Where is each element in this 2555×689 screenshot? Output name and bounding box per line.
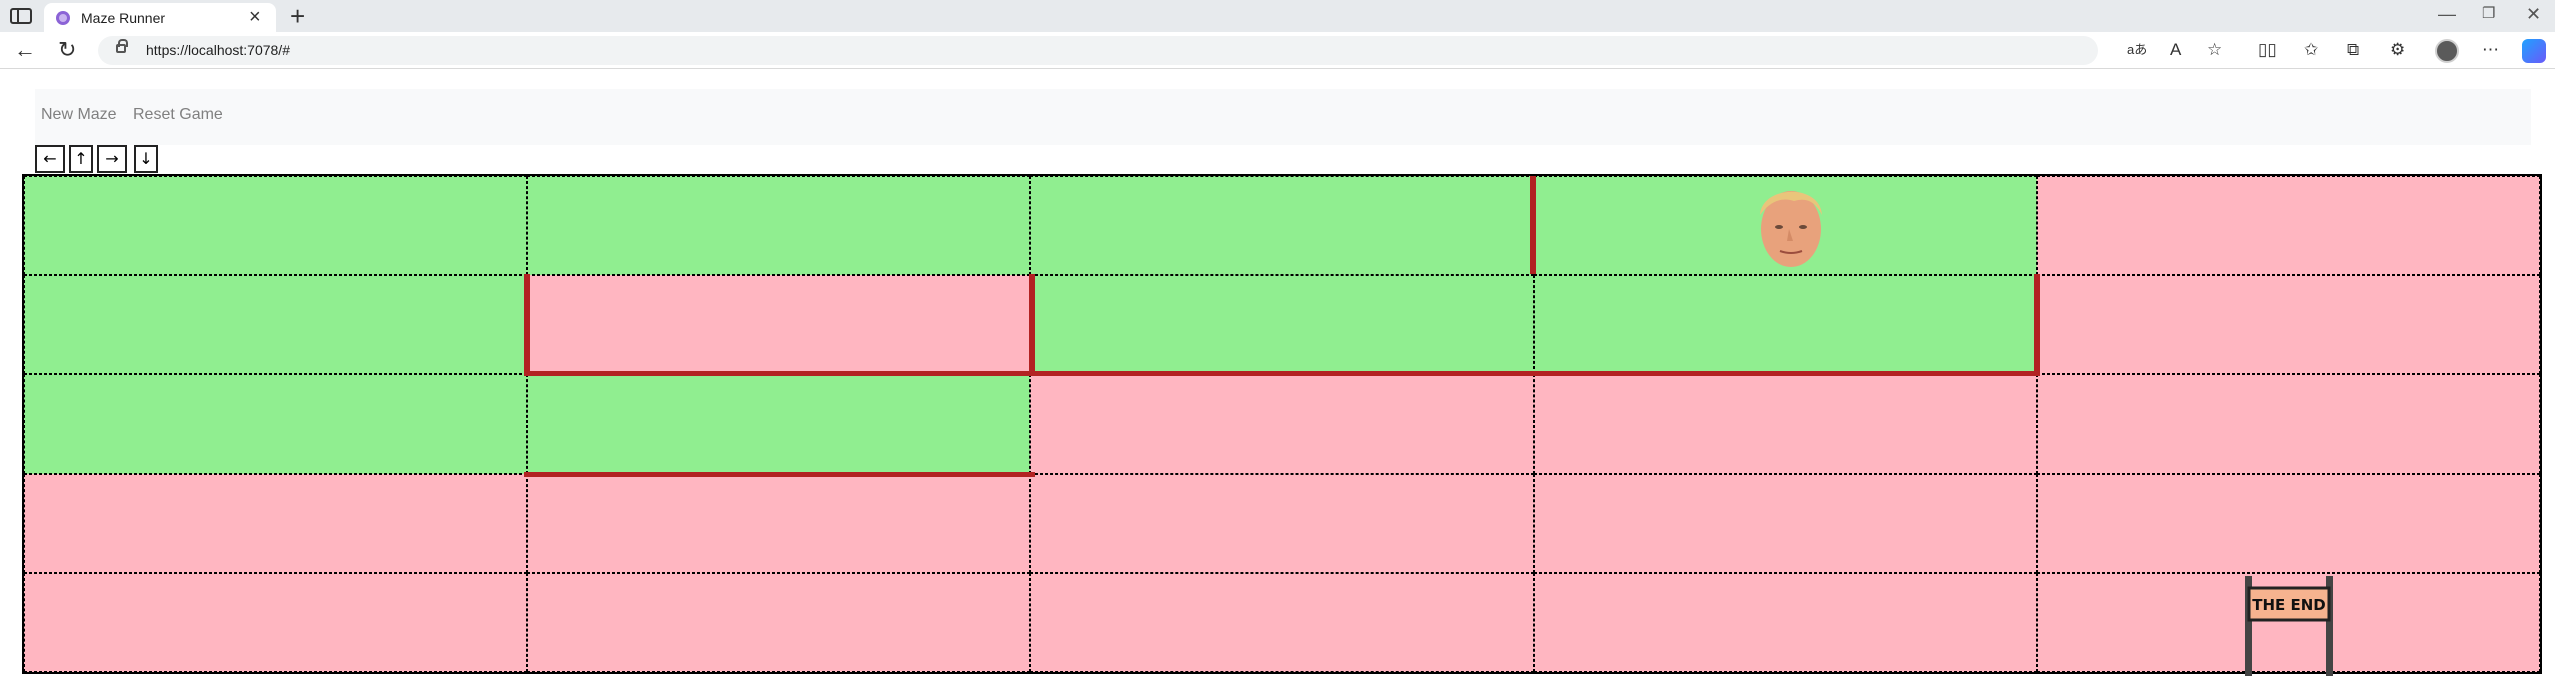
close-window-icon[interactable]: ✕ [2526,4,2541,24]
refresh-icon[interactable]: ↻ [58,36,76,64]
page-content: New Maze Reset Game ← ↑ → ↓ THE END [0,70,2555,689]
browser-tab[interactable]: Maze Runner × [44,3,276,32]
maze-cell [1533,275,2037,375]
maze-grid: THE END [22,174,2542,676]
extensions-icon[interactable]: ⚙ [2390,37,2405,63]
new-maze-link[interactable]: New Maze [41,106,117,124]
maze-cell [1533,374,2037,474]
maze-cell [24,572,528,672]
move-right-button[interactable]: → [97,145,127,173]
url-field[interactable]: https://localhost:7078/# [98,36,2098,65]
maze-cell [24,176,528,276]
tab-title: Maze Runner [81,10,166,26]
plus-icon[interactable]: + [290,2,305,30]
reset-game-link[interactable]: Reset Game [133,106,223,124]
maze-cell [527,572,1031,672]
maze-cell [1533,572,2037,672]
copilot-icon[interactable] [2522,39,2546,63]
move-up-button[interactable]: ↑ [69,145,93,173]
goal-label: THE END [2252,596,2326,614]
maze-cell [24,374,528,474]
maze-wall [1530,176,1536,274]
back-icon[interactable]: ← [14,36,36,64]
maze-wall [2034,274,2040,375]
maze-cell [1030,176,1534,276]
finish-sign-icon: THE END [2245,576,2333,676]
read-aloud-icon[interactable]: aあ [2127,37,2147,63]
maze-wall [1029,371,2040,376]
maze-wall [524,274,530,375]
collections-icon[interactable]: ⧉ [2347,37,2359,63]
tab-strip-icon[interactable] [10,8,32,24]
maze-cell [1533,473,2037,573]
close-icon[interactable]: × [249,7,261,27]
maze-cell [527,176,1031,276]
move-down-button[interactable]: ↓ [134,145,158,173]
maze-wall [524,371,1035,376]
player-face-icon [1760,191,1822,267]
maze-cell [2036,275,2540,375]
move-left-button[interactable]: ← [35,145,65,173]
maze-cell [527,374,1031,474]
profile-icon[interactable] [2435,39,2459,63]
maze-cell [2036,473,2540,573]
maze-wall [524,472,1035,477]
maze-cell [1030,275,1534,375]
favorites-icon[interactable]: ✩ [2304,37,2318,63]
maze-wall [1029,274,1035,375]
address-bar: ← ↻ https://localhost:7078/# aあ A ☆ ▯▯ ✩… [0,32,2555,69]
favicon-icon [56,11,70,25]
restore-icon[interactable]: ❐ [2482,4,2495,24]
more-icon[interactable]: ⋯ [2482,37,2499,63]
app-navbar: New Maze Reset Game [35,89,2531,145]
maze-cell [24,275,528,375]
maze-cell [1030,374,1534,474]
text-size-icon[interactable]: A [2170,37,2181,63]
minimize-icon[interactable]: — [2438,4,2456,24]
maze-cell [527,275,1031,375]
maze-cell [1030,572,1534,672]
lock-icon[interactable] [116,39,128,53]
maze-cell [1030,473,1534,573]
url-text[interactable]: https://localhost:7078/# [146,42,290,58]
maze-cell [527,473,1031,573]
star-icon[interactable]: ☆ [2207,37,2222,63]
maze-cell [2036,374,2540,474]
split-screen-icon[interactable]: ▯▯ [2258,37,2277,63]
maze-cell [2036,176,2540,276]
maze-cell [24,473,528,573]
browser-tab-bar: Maze Runner × + — ❐ ✕ [0,0,2555,32]
